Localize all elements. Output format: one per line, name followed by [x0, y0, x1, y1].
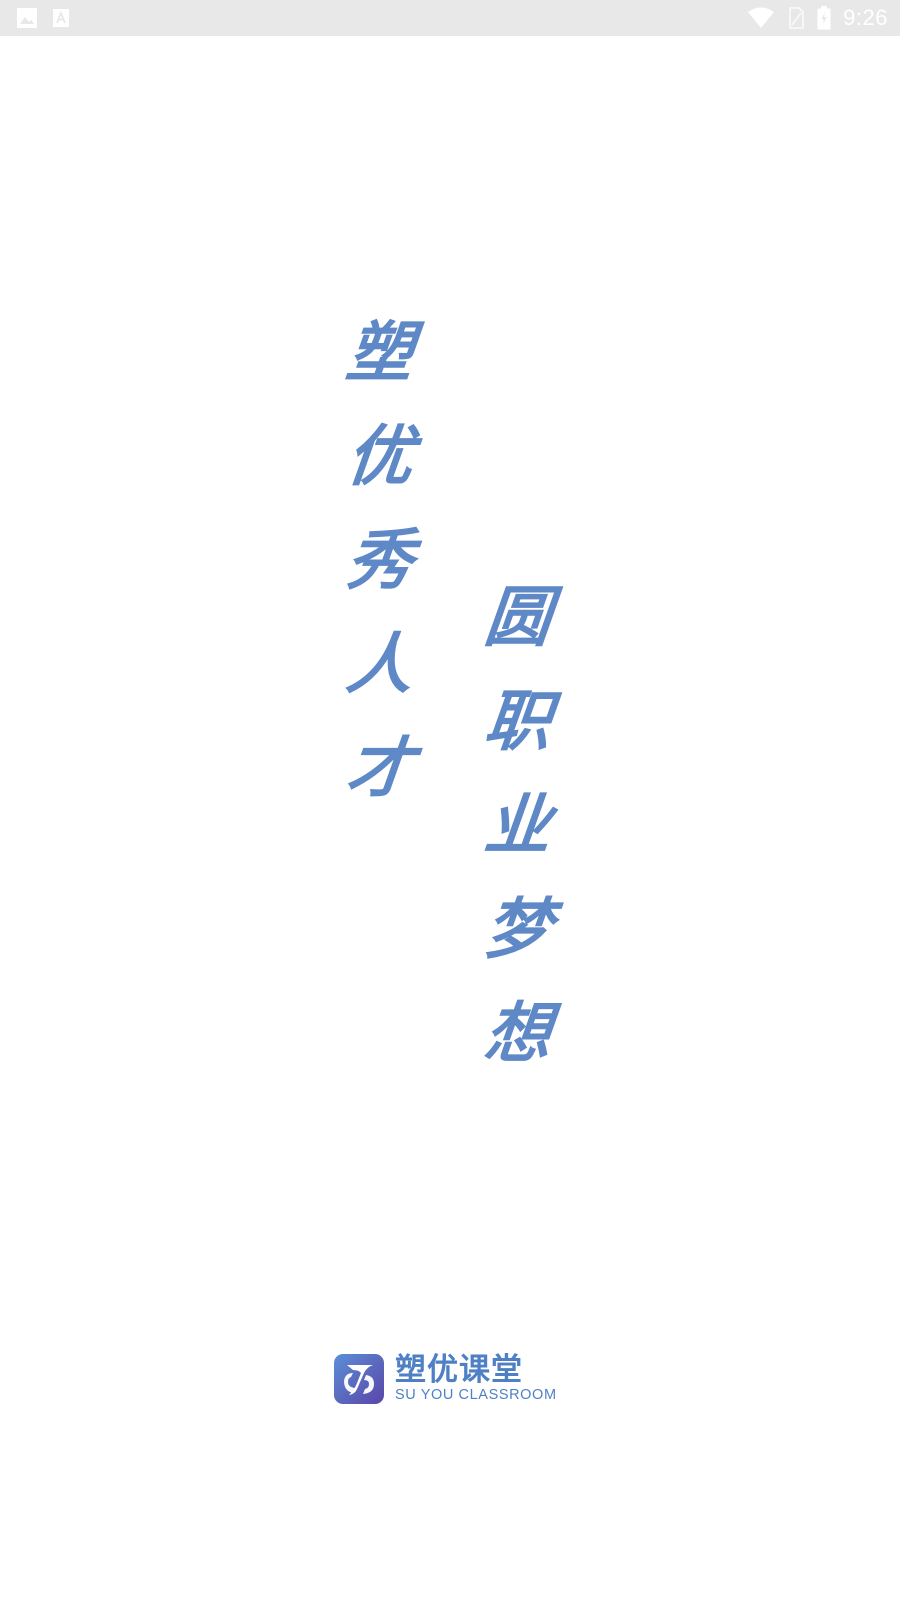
slogan-char: 才	[342, 729, 418, 807]
slogan-char: 想	[480, 994, 556, 1072]
battery-charging-icon	[817, 6, 831, 30]
font-a-icon	[52, 7, 70, 29]
status-bar-left	[16, 7, 70, 29]
image-icon	[16, 7, 38, 29]
slogan-char: 职	[480, 682, 556, 760]
status-bar-right: 9:26	[747, 0, 888, 36]
suyou-logo-icon	[333, 1353, 385, 1405]
status-time: 9:26	[843, 5, 888, 30]
slogan-left-column: 塑 优 秀 人 才	[340, 300, 420, 820]
slogan-char: 人	[342, 625, 418, 703]
wifi-icon	[747, 7, 775, 29]
status-bar: 9:26	[0, 0, 900, 36]
sim-no-signal-icon	[787, 7, 805, 29]
slogan-right-column: 圆 职 业 梦 想	[478, 565, 558, 1085]
slogan-char: 优	[342, 417, 418, 495]
brand-name-cn: 塑优课堂	[395, 1352, 523, 1388]
slogan-char: 塑	[342, 313, 418, 391]
brand-logo: 塑优课堂 SU YOU CLASSROOM	[333, 1352, 573, 1406]
slogan-char: 业	[480, 786, 556, 864]
slogan-char: 秀	[342, 521, 418, 599]
brand-name-en: SU YOU CLASSROOM	[395, 1387, 557, 1403]
brand-text: 塑优课堂 SU YOU CLASSROOM	[395, 1354, 557, 1404]
slogan-char: 圆	[480, 578, 556, 656]
slogan-char: 梦	[480, 890, 556, 968]
